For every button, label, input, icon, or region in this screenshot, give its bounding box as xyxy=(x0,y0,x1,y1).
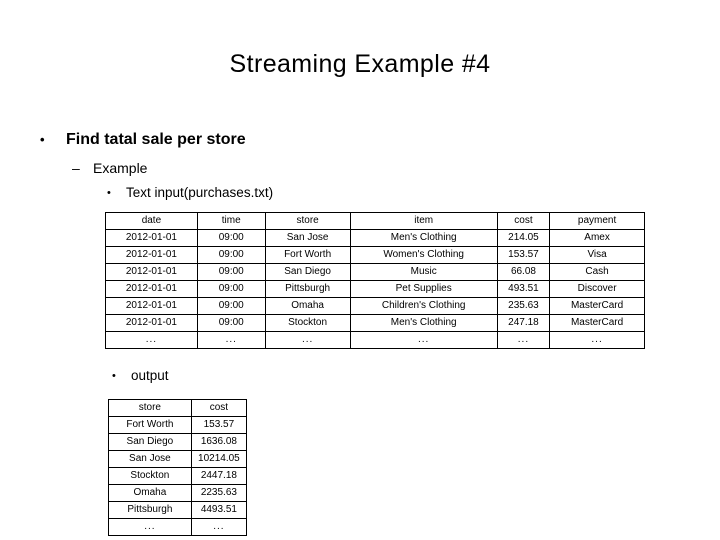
cell-time: 09:00 xyxy=(196,246,266,264)
bullet-example: – Example xyxy=(72,159,147,178)
bullet-label-text-input: Text input(purchases.txt) xyxy=(126,185,274,200)
cell-time: 09:00 xyxy=(196,263,266,281)
cell-item: Men's Clothing xyxy=(349,229,498,247)
cell-payment: Discover xyxy=(549,280,645,298)
table-row-ellipsis: ... ... xyxy=(108,518,248,536)
cell-date: ... xyxy=(105,331,198,349)
cell-payment: Cash xyxy=(549,263,645,281)
cell-payment: Amex xyxy=(549,229,645,247)
table-row: 2012-01-01 09:00 Pittsburgh Pet Supplies… xyxy=(105,280,645,298)
cell-cost: 214.05 xyxy=(496,229,551,247)
cell-item: Children's Clothing xyxy=(349,297,498,315)
cell-store: ... xyxy=(264,331,351,349)
bullet-label-find-total-sale: Find tatal sale per store xyxy=(66,131,246,148)
cell-store: Stockton xyxy=(264,314,351,332)
cell-time: ... xyxy=(196,331,266,349)
cell-store: San Diego xyxy=(108,433,192,451)
cell-payment: Visa xyxy=(549,246,645,264)
cell-payment: MasterCard xyxy=(549,297,645,315)
table-row: Omaha 2235.63 xyxy=(108,484,248,502)
cell-time: 09:00 xyxy=(196,229,266,247)
cell-store: Fort Worth xyxy=(108,416,192,434)
column-header-store: store xyxy=(108,399,192,417)
cell-cost: 247.18 xyxy=(496,314,551,332)
bullet-text-input: • Text input(purchases.txt) xyxy=(107,184,273,202)
cell-date: 2012-01-01 xyxy=(105,297,198,315)
column-header-cost: cost xyxy=(190,399,248,417)
table-header-row: store cost xyxy=(108,399,248,417)
table-row-ellipsis: ... ... ... ... ... ... xyxy=(105,331,645,349)
cell-cost: 2235.63 xyxy=(190,484,248,502)
cell-time: 09:00 xyxy=(196,297,266,315)
cell-store: Omaha xyxy=(264,297,351,315)
cell-date: 2012-01-01 xyxy=(105,280,198,298)
cell-date: 2012-01-01 xyxy=(105,229,198,247)
table-row: Pittsburgh 4493.51 xyxy=(108,501,248,519)
cell-store: Omaha xyxy=(108,484,192,502)
cell-date: 2012-01-01 xyxy=(105,314,198,332)
cell-time: 09:00 xyxy=(196,314,266,332)
cell-cost: 153.57 xyxy=(190,416,248,434)
bullet-label-example: Example xyxy=(93,160,148,176)
bullet-marker-dash: – xyxy=(72,160,80,176)
bullet-find-total-sale: • Find tatal sale per store xyxy=(40,130,246,150)
cell-date: 2012-01-01 xyxy=(105,263,198,281)
cell-item: Women's Clothing xyxy=(349,246,498,264)
column-header-store: store xyxy=(264,212,351,230)
table-header-row: date time store item cost payment xyxy=(105,212,645,230)
table-row: San Diego 1636.08 xyxy=(108,433,248,451)
bullet-label-output: output xyxy=(131,368,169,383)
column-header-time: time xyxy=(196,212,266,230)
purchases-input-table: date time store item cost payment 2012-0… xyxy=(105,212,645,349)
output-aggregate-table: store cost Fort Worth 153.57 San Diego 1… xyxy=(108,399,248,536)
cell-time: 09:00 xyxy=(196,280,266,298)
cell-cost: 2447.18 xyxy=(190,467,248,485)
cell-item: Men's Clothing xyxy=(349,314,498,332)
table-row: 2012-01-01 09:00 San Jose Men's Clothing… xyxy=(105,229,645,247)
cell-store: ... xyxy=(108,518,192,536)
cell-cost: 493.51 xyxy=(496,280,551,298)
table-row: Stockton 2447.18 xyxy=(108,467,248,485)
cell-store: Pittsburgh xyxy=(108,501,192,519)
cell-cost: 10214.05 xyxy=(190,450,248,468)
table-row: 2012-01-01 09:00 San Diego Music 66.08 C… xyxy=(105,263,645,281)
bullet-marker-dot: • xyxy=(40,132,45,147)
column-header-date: date xyxy=(105,212,198,230)
table-row: San Jose 10214.05 xyxy=(108,450,248,468)
cell-cost: 153.57 xyxy=(496,246,551,264)
cell-payment: ... xyxy=(549,331,645,349)
cell-store: Fort Worth xyxy=(264,246,351,264)
cell-cost: 4493.51 xyxy=(190,501,248,519)
cell-cost: ... xyxy=(190,518,248,536)
cell-store: San Diego xyxy=(264,263,351,281)
cell-date: 2012-01-01 xyxy=(105,246,198,264)
column-header-item: item xyxy=(349,212,498,230)
page-title: Streaming Example #4 xyxy=(229,50,491,78)
cell-store: Stockton xyxy=(108,467,192,485)
cell-store: San Jose xyxy=(264,229,351,247)
cell-cost: ... xyxy=(496,331,551,349)
table-row: 2012-01-01 09:00 Stockton Men's Clothing… xyxy=(105,314,645,332)
cell-store: Pittsburgh xyxy=(264,280,351,298)
cell-item: ... xyxy=(349,331,498,349)
table-row: 2012-01-01 09:00 Fort Worth Women's Clot… xyxy=(105,246,645,264)
bullet-output: • output xyxy=(112,367,169,385)
cell-store: San Jose xyxy=(108,450,192,468)
table-row: 2012-01-01 09:00 Omaha Children's Clothi… xyxy=(105,297,645,315)
cell-item: Music xyxy=(349,263,498,281)
bullet-marker-dot: • xyxy=(112,370,116,382)
table-row: Fort Worth 153.57 xyxy=(108,416,248,434)
cell-payment: MasterCard xyxy=(549,314,645,332)
bullet-marker-dot: • xyxy=(107,187,111,199)
column-header-payment: payment xyxy=(549,212,645,230)
cell-cost: 235.63 xyxy=(496,297,551,315)
cell-cost: 1636.08 xyxy=(190,433,248,451)
cell-cost: 66.08 xyxy=(496,263,551,281)
column-header-cost: cost xyxy=(496,212,551,230)
cell-item: Pet Supplies xyxy=(349,280,498,298)
